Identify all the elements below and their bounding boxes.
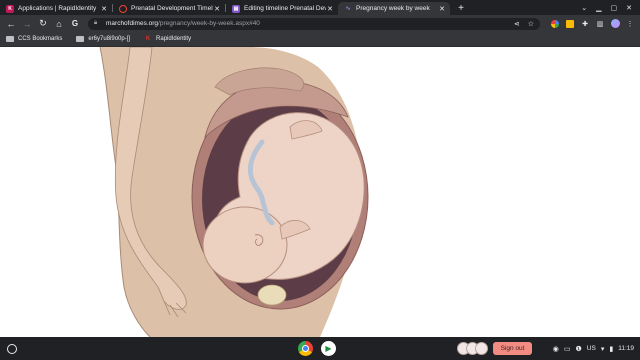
menu-icon[interactable]: ⋮	[624, 18, 636, 30]
reading-list-icon[interactable]: ▥	[594, 18, 606, 30]
tab-rapididentity[interactable]: K Applications | RapidIdentity ✕	[0, 2, 112, 15]
home-button[interactable]: ⌂	[52, 17, 66, 31]
forward-button[interactable]: →	[20, 17, 34, 31]
folder-icon	[76, 36, 85, 42]
close-icon[interactable]: ✕	[326, 5, 334, 13]
url-path: /pregnancy/week-by-week.aspx#40	[158, 20, 260, 27]
extensions-puzzle-icon[interactable]: ✚	[579, 18, 591, 30]
share-icon[interactable]: ⋖	[514, 20, 520, 28]
bookmark-rapididentity[interactable]: K RapidIdentity	[144, 36, 191, 43]
tab-title: Applications | RapidIdentity	[18, 5, 97, 12]
new-tab-button[interactable]: +	[454, 2, 468, 15]
extension-google-icon[interactable]	[549, 18, 561, 30]
tab-title: Prenatal Development Timeline	[131, 5, 213, 12]
tab-title: Editing timeline Prenatal Develo...	[244, 5, 326, 12]
marchofdimes-icon: ∿	[345, 6, 351, 12]
lock-icon[interactable]: 🔒︎	[94, 20, 102, 27]
chrome-icon[interactable]	[298, 341, 313, 356]
bookmark-label: CCS Bookmarks	[18, 36, 63, 42]
status-tray[interactable]: ◉ ▭ ❶ US ▾ ▮ 11:19	[553, 342, 634, 355]
rapididentity-icon: K	[6, 4, 14, 13]
reload-button[interactable]: ↻	[36, 17, 50, 31]
close-icon[interactable]: ✕	[100, 5, 108, 13]
avatar[interactable]	[609, 18, 621, 30]
tab-pregnancy-week[interactable]: ∿ Pregnancy week by week ✕	[338, 2, 450, 15]
page-content	[0, 47, 640, 337]
tab-title: Pregnancy week by week	[356, 5, 430, 12]
avatar[interactable]	[475, 342, 488, 355]
close-icon[interactable]: ✕	[438, 5, 446, 13]
rapididentity-icon: K	[145, 36, 151, 42]
tab-editing-timeline[interactable]: ▤ Editing timeline Prenatal Develo... ✕	[226, 2, 338, 15]
notification-count-icon: ❶	[575, 345, 582, 353]
bookmark-ccs[interactable]: CCS Bookmarks	[6, 36, 62, 42]
wifi-icon: ▾	[600, 345, 605, 353]
play-store-icon[interactable]: ▶	[321, 341, 336, 356]
tab-strip: K Applications | RapidIdentity ✕ Prenata…	[0, 0, 640, 15]
bookmark-label: RapidIdentity	[156, 36, 192, 42]
battery-icon: ▮	[609, 345, 614, 353]
maximize-icon[interactable]: ▢	[611, 4, 618, 12]
browser-toolbar: ← → ↻ ⌂ G 🔒︎ marchofdimes.org/pregnancy/…	[0, 15, 640, 32]
bookmark-folder-2[interactable]: er6y7u8i9o0p-[]	[76, 36, 130, 42]
url-domain: marchofdimes.org	[106, 20, 159, 27]
clock: 11:19	[618, 345, 634, 352]
os-shelf: ▶ Sign out ◉ ▭ ❶ US ▾ ▮ 11:19	[0, 337, 640, 360]
screen-capture-icon: ◉	[552, 345, 559, 353]
forms-icon: ▤	[232, 4, 240, 13]
minimize-icon[interactable]: ▁	[596, 4, 601, 12]
google-icon[interactable]: G	[68, 17, 82, 31]
baby-head	[202, 206, 288, 284]
fetus-illustration	[99, 47, 369, 337]
back-button[interactable]: ←	[4, 17, 18, 31]
session-avatars	[457, 342, 488, 355]
folder-icon	[6, 36, 14, 42]
close-window-icon[interactable]: ✕	[626, 4, 632, 12]
slides-circle-icon	[119, 4, 127, 13]
address-bar[interactable]: 🔒︎ marchofdimes.org/pregnancy/week-by-we…	[88, 17, 540, 30]
tab-search-icon[interactable]: ⌄	[581, 4, 587, 12]
sign-out-button[interactable]: Sign out	[493, 342, 532, 355]
cervix	[257, 284, 287, 306]
tote-icon: ▭	[563, 345, 571, 353]
bookmark-star-icon[interactable]: ☆	[528, 20, 534, 28]
pinned-apps: ▶	[298, 341, 336, 356]
extension-drive-icon[interactable]	[564, 18, 576, 30]
locale-label: US	[586, 345, 596, 352]
window-controls: ⌄ ▁ ▢ ✕	[581, 0, 640, 15]
tab-prenatal-timeline[interactable]: Prenatal Development Timeline ✕	[113, 2, 225, 15]
close-icon[interactable]: ✕	[213, 5, 221, 13]
launcher-icon[interactable]	[7, 343, 17, 354]
bookmarks-bar: CCS Bookmarks er6y7u8i9o0p-[] K RapidIde…	[0, 32, 640, 47]
bookmark-label: er6y7u8i9o0p-[]	[88, 36, 131, 42]
